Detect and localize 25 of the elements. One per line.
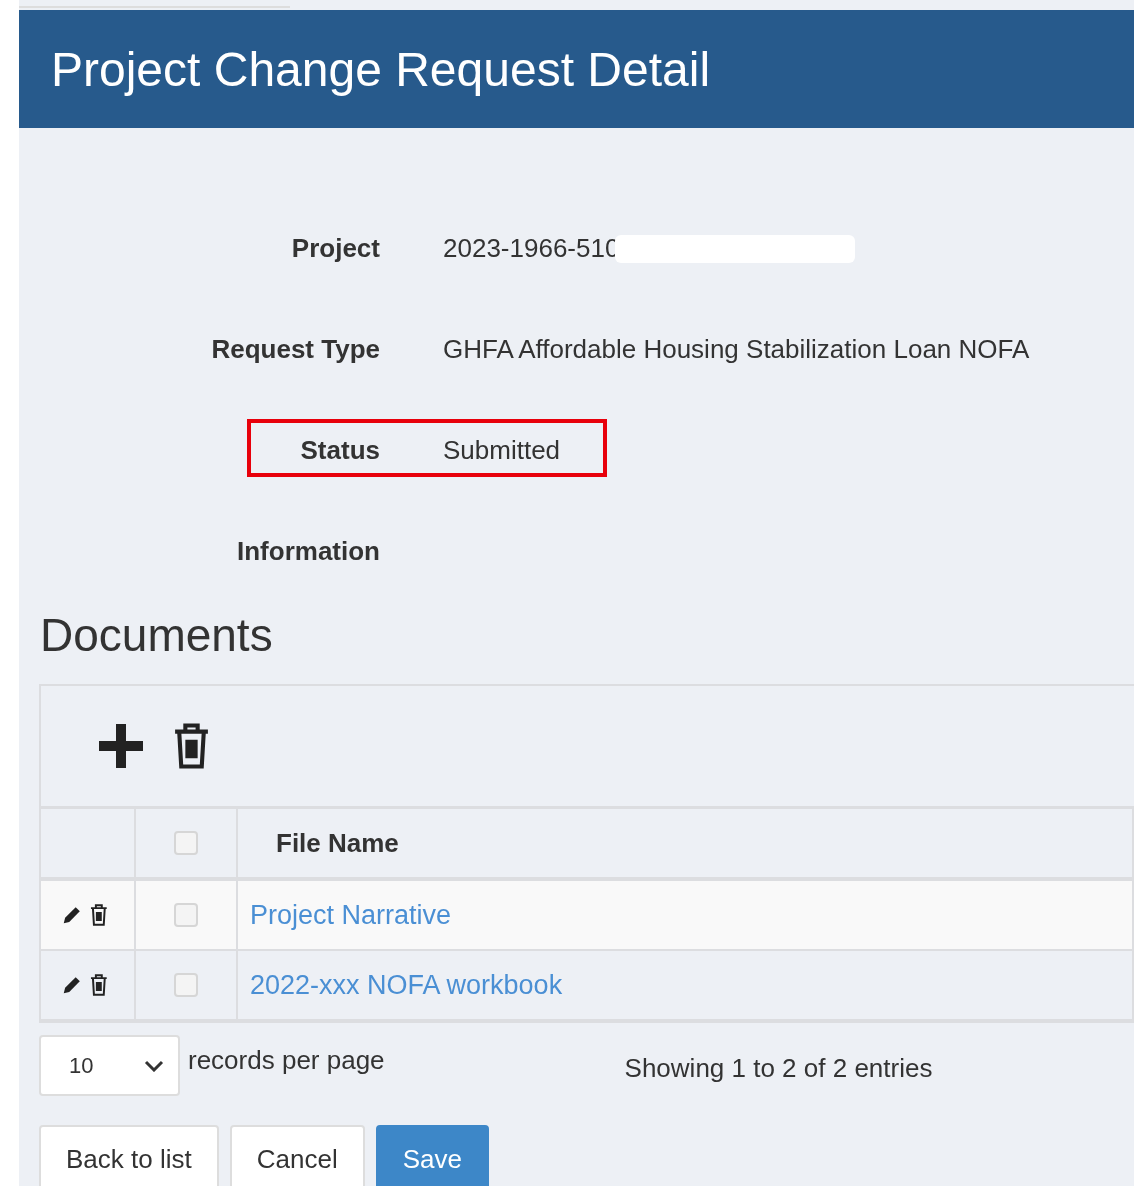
field-value: GHFA Affordable Housing Stabilization Loan NOFA — [443, 334, 1030, 365]
section-title: Documents — [40, 608, 274, 662]
page-title: Project Change Request Detail — [51, 41, 711, 97]
field-label: Request Type — [210, 334, 380, 365]
field-label: Project — [290, 233, 380, 264]
action-button[interactable]: Back to list — [39, 1125, 219, 1186]
page-size-label: records per page — [188, 1045, 385, 1076]
add-icon[interactable] — [97, 722, 145, 770]
field-label: Information — [236, 536, 380, 567]
checkbox[interactable] — [174, 973, 198, 997]
field-value: Submitted — [443, 435, 561, 466]
action-button[interactable]: Cancel — [229, 1125, 365, 1186]
entries-summary: Showing 1 to 2 of 2 entries — [624, 1053, 933, 1084]
pencil-icon[interactable] — [61, 974, 83, 996]
checkbox[interactable] — [174, 903, 198, 927]
pencil-icon[interactable] — [61, 904, 83, 926]
checkbox[interactable] — [174, 831, 198, 855]
page-size-select[interactable]: 10 — [39, 1035, 180, 1096]
column-header: File Name — [276, 827, 399, 859]
trash-icon[interactable] — [89, 973, 109, 997]
save-button[interactable]: Save — [375, 1125, 489, 1186]
trash-icon[interactable] — [89, 903, 109, 927]
field-value: 2023-1966-510 — [443, 233, 620, 264]
field-label: Status — [299, 435, 380, 466]
chevron-down-icon — [144, 1059, 164, 1072]
